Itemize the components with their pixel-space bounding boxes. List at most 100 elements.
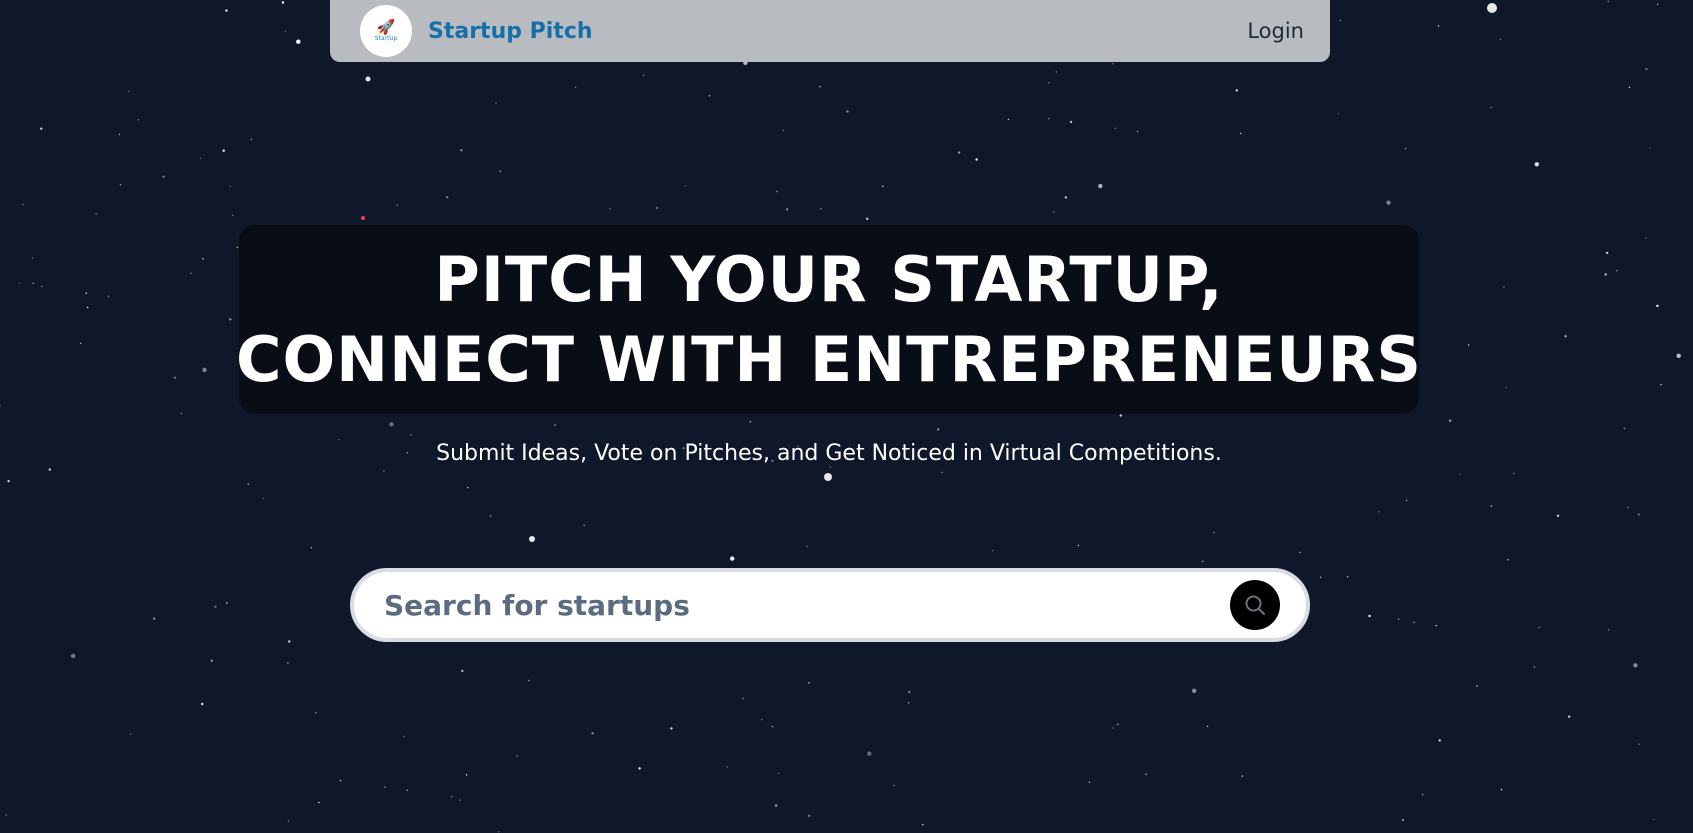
- star: [384, 786, 386, 788]
- star: [1568, 715, 1571, 718]
- search-input[interactable]: [382, 587, 1230, 623]
- star: [1337, 113, 1340, 115]
- star: [1616, 270, 1618, 272]
- star: [1240, 132, 1242, 135]
- star: [1098, 183, 1103, 189]
- star: [495, 102, 497, 104]
- star: [31, 257, 34, 259]
- star: [708, 95, 711, 97]
- star: [957, 151, 961, 154]
- star: [460, 149, 463, 152]
- star: [1405, 499, 1408, 502]
- star: [1114, 127, 1117, 130]
- star: [1605, 251, 1609, 255]
- star: [1653, 818, 1655, 821]
- star: [1645, 237, 1647, 239]
- page: 🚀 Startup Startup Pitch Login PITCH YOUR…: [0, 0, 1693, 833]
- star: [777, 772, 779, 774]
- star: [48, 468, 51, 471]
- star: [1235, 89, 1239, 92]
- star: [287, 662, 289, 664]
- login-link[interactable]: Login: [1247, 19, 1304, 43]
- star: [771, 725, 774, 728]
- star: [1627, 506, 1629, 509]
- search-bar: [350, 568, 1310, 642]
- star: [95, 213, 97, 215]
- star: [1556, 514, 1560, 517]
- star: [1490, 505, 1493, 507]
- star: [1503, 286, 1505, 288]
- star: [1660, 384, 1662, 386]
- star: [1607, 629, 1610, 631]
- star: [742, 697, 744, 700]
- star: [516, 755, 518, 757]
- star: [1500, 789, 1503, 791]
- star: [1459, 473, 1461, 476]
- star: [70, 653, 76, 659]
- star: [85, 292, 88, 294]
- star: [119, 184, 122, 186]
- star: [5, 814, 8, 816]
- star: [529, 536, 535, 542]
- star: [1499, 38, 1502, 40]
- star: [776, 190, 778, 193]
- star: [1206, 725, 1209, 728]
- star: [1064, 196, 1068, 199]
- star: [1533, 666, 1536, 668]
- star: [574, 86, 577, 89]
- star: [1645, 67, 1648, 71]
- star: [1053, 211, 1055, 213]
- star: [403, 735, 405, 738]
- starfield-background: [0, 0, 1681, 833]
- star: [80, 342, 82, 345]
- star: [1136, 130, 1139, 133]
- star: [410, 434, 412, 436]
- star: [310, 547, 312, 549]
- star: [152, 617, 156, 620]
- star: [232, 214, 234, 216]
- star: [785, 208, 789, 211]
- star: [128, 90, 130, 93]
- star: [1378, 511, 1380, 513]
- star: [867, 751, 872, 756]
- star: [1534, 162, 1540, 167]
- star: [339, 779, 342, 782]
- star: [1656, 304, 1659, 308]
- star: [992, 549, 994, 552]
- star: [1448, 419, 1452, 422]
- logo[interactable]: 🚀 Startup: [360, 5, 412, 57]
- star: [907, 702, 910, 704]
- star: [1628, 86, 1631, 89]
- star: [22, 203, 24, 206]
- brand-name[interactable]: Startup Pitch: [428, 19, 593, 44]
- hero-subtitle: Submit Ideas, Vote on Pitches, and Get N…: [436, 441, 1222, 466]
- star: [1421, 793, 1424, 796]
- star: [846, 110, 849, 113]
- star: [866, 217, 869, 220]
- star: [1202, 560, 1204, 563]
- star: [1649, 147, 1651, 149]
- star: [247, 483, 249, 485]
- search-button[interactable]: [1230, 580, 1280, 630]
- star: [1435, 624, 1438, 627]
- star: [1069, 120, 1073, 124]
- star: [1055, 71, 1058, 73]
- star: [1437, 25, 1440, 27]
- star: [1476, 685, 1478, 687]
- star: [1507, 559, 1509, 561]
- star: [806, 545, 808, 548]
- star: [1241, 775, 1244, 777]
- star: [824, 473, 832, 481]
- star: [32, 282, 34, 284]
- star: [383, 470, 385, 472]
- star: [396, 204, 398, 206]
- star: [1397, 618, 1400, 620]
- star: [1656, 3, 1659, 5]
- star: [807, 814, 811, 817]
- star: [1538, 626, 1541, 629]
- star: [684, 185, 687, 187]
- star: [1413, 621, 1415, 624]
- star: [908, 690, 911, 694]
- star: [499, 170, 502, 172]
- star: [489, 515, 492, 517]
